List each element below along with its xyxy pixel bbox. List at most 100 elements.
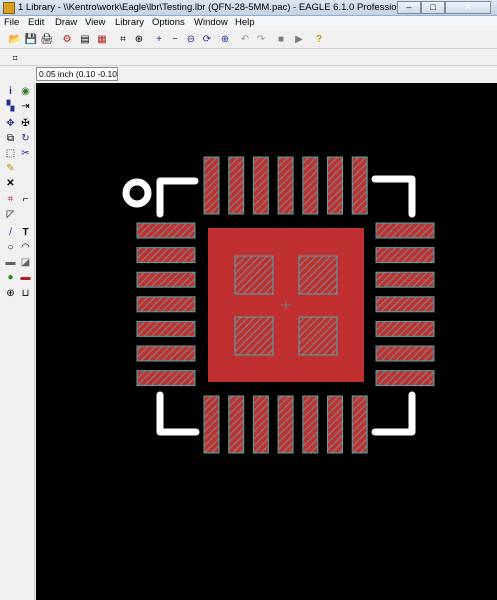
pad-icon[interactable]: ● bbox=[4, 271, 17, 284]
zoom-out-icon[interactable]: − bbox=[168, 33, 182, 47]
silkscreen-corner-top-right[interactable] bbox=[371, 175, 416, 218]
polygon-icon[interactable]: ◪ bbox=[19, 256, 32, 269]
smd-pad-right[interactable] bbox=[375, 370, 435, 387]
paste-segment[interactable] bbox=[234, 255, 274, 295]
smd-pad-right[interactable] bbox=[375, 222, 435, 239]
stop-icon[interactable]: ■ bbox=[274, 33, 288, 47]
copy-icon[interactable]: ✠ bbox=[19, 117, 32, 130]
script-icon[interactable]: ▤ bbox=[78, 33, 92, 47]
layout-canvas[interactable] bbox=[36, 83, 497, 600]
zoom-redraw-icon[interactable]: ⟳ bbox=[200, 33, 214, 47]
zoom-fit-icon[interactable]: ⊕ bbox=[132, 33, 146, 47]
smd-pad-left[interactable] bbox=[136, 271, 196, 288]
zoom-select-icon[interactable]: ⊖ bbox=[184, 33, 198, 47]
ulp-icon[interactable]: ⌗ bbox=[116, 33, 130, 47]
close-button[interactable]: ✕ bbox=[445, 1, 491, 14]
smd-pad-top[interactable] bbox=[252, 156, 269, 215]
menu-window[interactable]: Window bbox=[194, 17, 228, 28]
silkscreen-corner-top-left[interactable] bbox=[156, 177, 199, 218]
arc-icon[interactable]: ◠ bbox=[19, 241, 32, 254]
smd-pad-bottom[interactable] bbox=[351, 395, 368, 454]
smd-pad-bottom[interactable] bbox=[252, 395, 269, 454]
delete-icon[interactable]: ✕ bbox=[4, 177, 17, 190]
smd-pad-left[interactable] bbox=[136, 370, 196, 387]
menu-bar: File Edit Draw View Library Options Wind… bbox=[0, 16, 497, 30]
paste-segment[interactable] bbox=[298, 316, 338, 356]
zoom-in-icon[interactable]: + bbox=[152, 33, 166, 47]
smd-pad-bottom[interactable] bbox=[228, 395, 245, 454]
silkscreen-corner-bottom-left[interactable] bbox=[156, 391, 200, 436]
board-icon[interactable]: ▦ bbox=[95, 33, 109, 47]
menu-file[interactable]: File bbox=[4, 17, 19, 28]
menu-view[interactable]: View bbox=[85, 17, 105, 28]
menu-edit[interactable]: Edit bbox=[28, 17, 44, 28]
hole-icon[interactable]: ⊕ bbox=[4, 287, 17, 300]
pin1-marker[interactable] bbox=[122, 178, 152, 208]
redo-icon[interactable]: ↷ bbox=[254, 33, 268, 47]
coordinate-row: 0.05 inch (0.10 -0.10) bbox=[0, 66, 497, 83]
smd-pad-bottom[interactable] bbox=[203, 395, 220, 454]
smd-pad-left[interactable] bbox=[136, 320, 196, 337]
paste-segment[interactable] bbox=[234, 316, 274, 356]
smd-pad-right[interactable] bbox=[375, 271, 435, 288]
smd-pad-top[interactable] bbox=[228, 156, 245, 215]
silkscreen-corner-bottom-right[interactable] bbox=[371, 391, 416, 436]
cam-icon[interactable]: ⚙ bbox=[60, 33, 74, 47]
smd-pad-top[interactable] bbox=[203, 156, 220, 215]
eagle-window: 1 Library - \\Kentro\work\Eagle\lbr\Test… bbox=[0, 0, 497, 600]
dimension-icon[interactable]: ⊔ bbox=[19, 287, 32, 300]
menu-help[interactable]: Help bbox=[235, 17, 255, 28]
zoom-last-icon[interactable]: ⊕ bbox=[218, 33, 232, 47]
smd-pad-bottom[interactable] bbox=[277, 395, 294, 454]
smd-pad-left[interactable] bbox=[136, 222, 196, 239]
smd-pad-left[interactable] bbox=[136, 296, 196, 313]
open-icon[interactable]: 📂 bbox=[8, 33, 22, 47]
smd-pad-top[interactable] bbox=[327, 156, 343, 215]
select-icon[interactable]: ⬚ bbox=[4, 147, 17, 160]
mirror-icon[interactable]: ⧉ bbox=[4, 132, 17, 145]
info-icon[interactable]: i bbox=[4, 85, 17, 98]
miter-icon[interactable]: ⌐ bbox=[19, 193, 32, 206]
title-bar[interactable]: 1 Library - \\Kentro\work\Eagle\lbr\Test… bbox=[0, 0, 497, 16]
split-icon[interactable]: ◸ bbox=[4, 208, 17, 221]
smd-icon[interactable]: ▬ bbox=[19, 271, 32, 284]
parameter-toolbar: ⌗ bbox=[0, 50, 497, 66]
print-icon[interactable]: 🖨 bbox=[40, 33, 54, 47]
cut-icon[interactable]: ✂ bbox=[19, 147, 32, 160]
save-icon[interactable]: 💾 bbox=[24, 33, 38, 47]
rotate-icon[interactable]: ↻ bbox=[19, 132, 32, 145]
name-icon[interactable]: ⌗ bbox=[4, 193, 17, 206]
mark-icon[interactable]: ⇥ bbox=[19, 100, 32, 113]
smd-pad-bottom[interactable] bbox=[327, 395, 343, 454]
menu-draw[interactable]: Draw bbox=[55, 17, 77, 28]
group-icon[interactable]: ▚ bbox=[4, 100, 17, 113]
smd-pad-right[interactable] bbox=[375, 296, 435, 313]
undo-icon[interactable]: ↶ bbox=[238, 33, 252, 47]
smd-pad-left[interactable] bbox=[136, 345, 196, 362]
smd-pad-bottom[interactable] bbox=[302, 395, 319, 454]
paste-segment[interactable] bbox=[298, 255, 338, 295]
maximize-button[interactable]: □ bbox=[421, 1, 445, 14]
smd-pad-top[interactable] bbox=[277, 156, 294, 215]
help-icon[interactable]: ? bbox=[312, 33, 326, 47]
window-title: 1 Library - \\Kentro\work\Eagle\lbr\Test… bbox=[18, 2, 410, 13]
grid-icon[interactable]: ⌗ bbox=[8, 51, 22, 65]
smd-pad-right[interactable] bbox=[375, 345, 435, 362]
rect-icon[interactable]: ▬ bbox=[4, 256, 17, 269]
go-icon[interactable]: ▶ bbox=[292, 33, 306, 47]
smd-pad-right[interactable] bbox=[375, 320, 435, 337]
package-drawing[interactable] bbox=[36, 83, 497, 600]
wire-icon[interactable]: / bbox=[4, 226, 17, 239]
text-icon[interactable]: T bbox=[19, 226, 32, 239]
smd-pad-left[interactable] bbox=[136, 247, 196, 264]
menu-library[interactable]: Library bbox=[115, 17, 144, 28]
menu-options[interactable]: Options bbox=[152, 17, 185, 28]
minimize-button[interactable]: – bbox=[397, 1, 421, 14]
paste-icon[interactable]: ✎ bbox=[4, 162, 17, 175]
smd-pad-right[interactable] bbox=[375, 247, 435, 264]
move-icon[interactable]: ✥ bbox=[4, 117, 17, 130]
smd-pad-top[interactable] bbox=[351, 156, 368, 215]
circle-icon[interactable]: ○ bbox=[4, 241, 17, 254]
smd-pad-top[interactable] bbox=[302, 156, 319, 215]
display-icon[interactable]: ◉ bbox=[19, 85, 32, 98]
